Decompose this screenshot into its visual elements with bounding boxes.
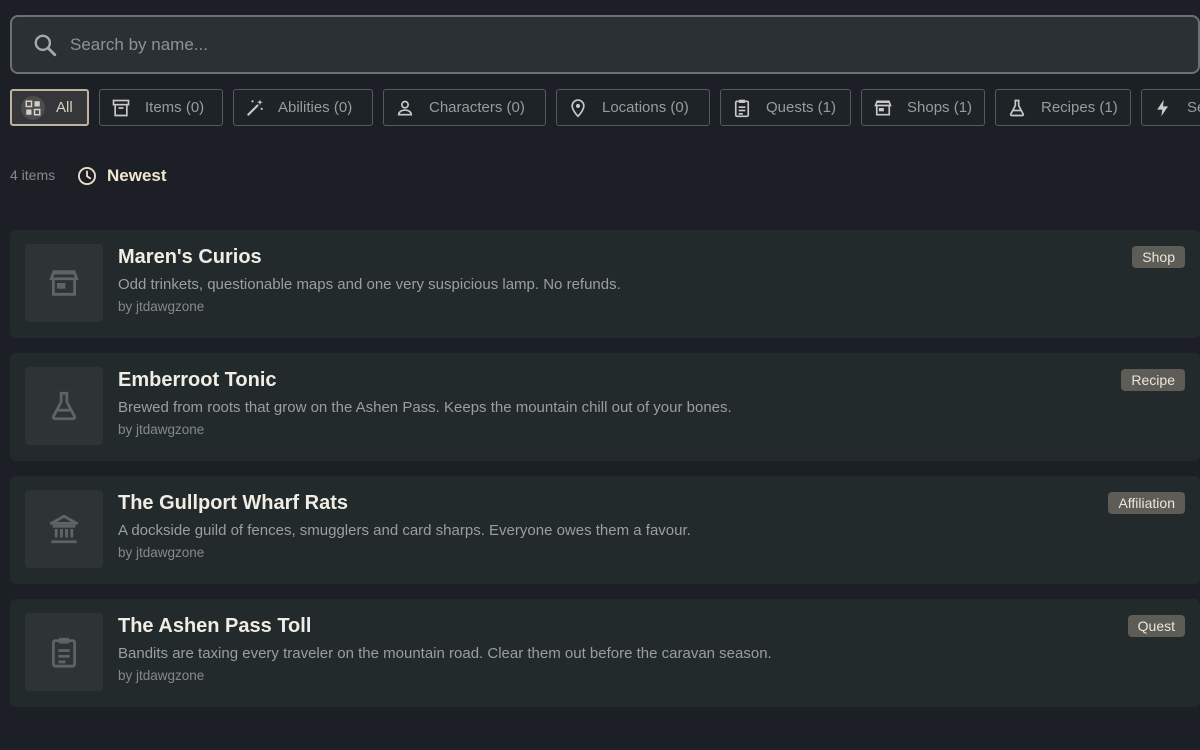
filter-tab-shops[interactable]: Shops (1) (861, 89, 985, 126)
type-badge: Recipe (1121, 369, 1185, 391)
clipboard-icon (731, 97, 753, 119)
filter-tab-label: Quests (1) (766, 99, 837, 116)
search-input[interactable] (70, 17, 1170, 72)
filter-tab-more[interactable]: Se (1141, 89, 1200, 126)
item-title[interactable]: Emberroot Tonic (118, 369, 277, 392)
item-description: Bandits are taxing every traveler on the… (118, 645, 772, 662)
item-description: Brewed from roots that grow on the Ashen… (118, 399, 732, 416)
flask-icon (1006, 97, 1028, 119)
list-item[interactable]: The Ashen Pass Toll Bandits are taxing e… (10, 599, 1200, 707)
item-title[interactable]: The Ashen Pass Toll (118, 615, 311, 638)
bank-icon (49, 514, 79, 544)
list-item[interactable]: Emberroot Tonic Brewed from roots that g… (10, 353, 1200, 461)
type-badge: Shop (1132, 246, 1185, 268)
magic-wand-icon (244, 97, 266, 119)
thumbnail (25, 613, 103, 691)
item-description: A dockside guild of fences, smugglers an… (118, 522, 691, 539)
clock-icon (78, 167, 96, 185)
type-badge: Quest (1127, 615, 1185, 637)
item-author: by jtdawgzone (118, 668, 205, 683)
map-pin-icon (567, 97, 589, 119)
filter-tab-label: Abilities (0) (278, 99, 353, 116)
store-icon (872, 97, 894, 119)
item-author: by jtdawgzone (118, 422, 205, 437)
filter-tab-locations[interactable]: Locations (0) (556, 89, 710, 126)
flask-icon (51, 391, 77, 421)
item-author: by jtdawgzone (118, 299, 205, 314)
clipboard-icon (51, 637, 77, 668)
filter-tab-all[interactable]: All (10, 89, 89, 126)
lightning-icon (1152, 97, 1174, 119)
list-item[interactable]: The Gullport Wharf Rats A dockside guild… (10, 476, 1200, 584)
person-icon (394, 97, 416, 119)
filter-tab-label: Shops (1) (907, 99, 973, 116)
filter-tab-items[interactable]: Items (0) (99, 89, 223, 126)
filter-tabs: All Items (0) Abilities (0) Characters (… (10, 89, 1200, 127)
filter-tab-label: Recipes (1) (1041, 99, 1118, 116)
sort-label: Newest (107, 166, 167, 185)
filter-tab-label: Locations (0) (602, 99, 689, 116)
filter-tab-label: Items (0) (145, 99, 205, 116)
page: All Items (0) Abilities (0) Characters (… (0, 0, 1200, 750)
filter-tab-label: Characters (0) (429, 99, 525, 116)
item-title[interactable]: Maren's Curios (118, 246, 262, 269)
item-description: Odd trinkets, questionable maps and one … (118, 276, 621, 293)
archive-icon (110, 97, 132, 119)
list-item[interactable]: Maren's Curios Odd trinkets, questionabl… (10, 230, 1200, 338)
item-count: 4 items (10, 167, 56, 183)
search-bar[interactable] (10, 15, 1200, 74)
sort-button[interactable]: Newest (76, 165, 167, 187)
thumbnail (25, 367, 103, 445)
filter-tab-recipes[interactable]: Recipes (1) (995, 89, 1131, 126)
type-badge: Affiliation (1108, 492, 1185, 514)
item-author: by jtdawgzone (118, 545, 205, 560)
filter-tab-label: Se (1187, 99, 1200, 116)
thumbnail (25, 490, 103, 568)
grid-icon (21, 96, 45, 120)
filter-tab-quests[interactable]: Quests (1) (720, 89, 851, 126)
filter-tab-label: All (56, 99, 73, 116)
filter-tab-characters[interactable]: Characters (0) (383, 89, 546, 126)
filter-tab-abilities[interactable]: Abilities (0) (233, 89, 373, 126)
search-icon (34, 34, 57, 57)
store-icon (49, 270, 79, 296)
thumbnail (25, 244, 103, 322)
item-title[interactable]: The Gullport Wharf Rats (118, 492, 348, 515)
